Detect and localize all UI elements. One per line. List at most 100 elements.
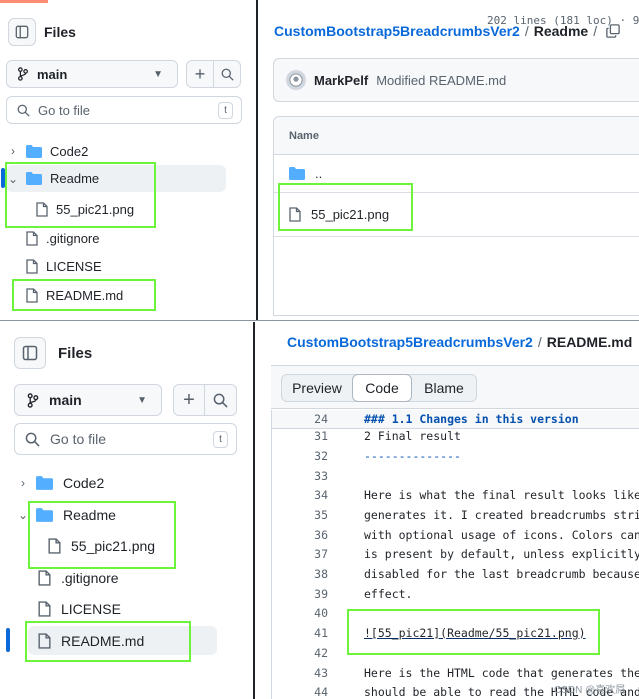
line-content: 2 Final result xyxy=(364,428,461,443)
file-icon xyxy=(26,258,38,274)
branch-icon xyxy=(27,392,39,408)
tree-item-license[interactable]: LICENSE xyxy=(26,255,102,277)
line-number[interactable]: 33 xyxy=(272,469,328,483)
tree-item-gitignore[interactable]: .gitignore xyxy=(38,567,119,589)
code-line[interactable]: 31 2 Final result xyxy=(272,426,639,445)
line-number[interactable]: 31 xyxy=(272,429,328,443)
line-number[interactable]: 42 xyxy=(272,646,328,660)
tree-item-readme-md[interactable]: README.md xyxy=(28,626,217,655)
selection-indicator xyxy=(1,168,5,188)
line-number[interactable]: 44 xyxy=(272,685,328,699)
table-row-file[interactable]: 55_pic21.png xyxy=(274,193,639,237)
code-line[interactable]: 43 Here is the HTML code that generates … xyxy=(272,663,639,682)
sidebar-collapse-icon xyxy=(15,25,29,39)
line-number[interactable]: 34 xyxy=(272,488,328,502)
code-line[interactable]: 35 generates it. I created breadcrumbs s… xyxy=(272,505,639,524)
chevron-down-icon: ⌄ xyxy=(17,508,29,522)
user-avatar-icon xyxy=(289,73,303,87)
branch-select[interactable]: main ▼ xyxy=(6,60,178,88)
breadcrumb: CustomBootstrap5BreadcrumbsVer2 / README… xyxy=(287,334,632,350)
tree-item-55-pic21[interactable]: 55_pic21.png xyxy=(48,535,155,557)
files-title: Files xyxy=(58,344,93,362)
chevron-down-icon: ⌄ xyxy=(7,171,19,186)
line-number[interactable]: 37 xyxy=(272,547,328,561)
breadcrumb-current: README.md xyxy=(546,334,633,350)
search-code-button[interactable] xyxy=(213,60,241,88)
collapse-sidebar-button[interactable] xyxy=(8,18,36,46)
line-number[interactable]: 32 xyxy=(272,449,328,463)
go-to-file-input[interactable]: Go to file t xyxy=(14,423,237,455)
folder-open-icon xyxy=(26,172,42,185)
code-line[interactable]: 39 effect. xyxy=(272,584,639,603)
search-code-button[interactable] xyxy=(204,384,237,416)
selection-indicator xyxy=(6,628,10,652)
collapse-sidebar-button[interactable] xyxy=(14,337,46,369)
code-line[interactable]: 42 xyxy=(272,643,639,662)
line-number[interactable]: 24 xyxy=(272,412,328,426)
branch-select[interactable]: main ▼ xyxy=(14,384,162,416)
tree-item-label: 55_pic21.png xyxy=(71,538,156,554)
commit-message[interactable]: Modified README.md xyxy=(376,73,506,88)
code-line[interactable]: 34 Here is what the final result looks l… xyxy=(272,485,639,504)
files-header: Files xyxy=(14,337,92,369)
code-view: 24 ### 1.1 Changes in this version 31 2 … xyxy=(271,410,639,699)
go-to-file-input[interactable]: Go to file t xyxy=(6,96,242,124)
tab-blame[interactable]: Blame xyxy=(412,375,476,401)
line-number[interactable]: 38 xyxy=(272,567,328,581)
file-icon xyxy=(289,207,301,222)
tree-item-label: Code2 xyxy=(50,143,89,159)
add-file-button[interactable]: + xyxy=(173,384,205,416)
top-accent-line xyxy=(0,0,48,3)
chevron-down-icon: ▼ xyxy=(137,394,147,406)
line-number[interactable]: 35 xyxy=(272,508,328,522)
line-content-link[interactable]: ![55_pic21](Readme/55_pic21.png) xyxy=(364,626,586,640)
add-file-button[interactable]: + xyxy=(186,60,214,88)
folder-icon xyxy=(26,144,42,158)
tree-item-55-pic21[interactable]: 55_pic21.png xyxy=(36,198,134,220)
commit-author[interactable]: MarkPelf xyxy=(314,73,368,88)
breadcrumb-repo-link[interactable]: CustomBootstrap5BreadcrumbsVer2 xyxy=(274,23,520,39)
breadcrumb-separator: / xyxy=(537,334,542,350)
tree-item-readme-md[interactable]: README.md xyxy=(26,284,123,306)
table-cell-name[interactable]: 55_pic21.png xyxy=(311,207,389,222)
file-icon xyxy=(26,230,38,246)
search-icon xyxy=(221,68,234,81)
tree-item-license[interactable]: LICENSE xyxy=(38,598,121,620)
table-row-parent[interactable]: .. xyxy=(274,155,639,193)
tab-preview[interactable]: Preview xyxy=(282,375,352,401)
tab-code[interactable]: Code xyxy=(352,374,412,402)
code-line[interactable]: 33 xyxy=(272,466,639,485)
line-content: disabled for the last breadcrumb because… xyxy=(364,566,639,581)
tree-item-code2[interactable]: › Code2 xyxy=(16,472,104,494)
code-line[interactable]: 41 ![55_pic21](Readme/55_pic21.png) xyxy=(272,623,639,642)
line-number[interactable]: 40 xyxy=(272,606,328,620)
tree-item-code2[interactable]: › Code2 xyxy=(6,140,88,162)
line-number[interactable]: 43 xyxy=(272,666,328,680)
line-content: effect. xyxy=(364,586,413,601)
tree-item-gitignore[interactable]: .gitignore xyxy=(26,227,99,249)
code-line[interactable]: 32 -------------- xyxy=(272,446,639,465)
tree-item-readme[interactable]: ⌄ Readme xyxy=(6,165,226,192)
line-number[interactable]: 41 xyxy=(272,626,328,640)
files-header: Files xyxy=(8,18,76,46)
tree-item-readme[interactable]: ⌄ Readme xyxy=(16,504,116,526)
code-line[interactable]: 40 xyxy=(272,603,639,622)
code-line[interactable]: 37 is present by default, unless explici… xyxy=(272,544,639,563)
divider-vertical xyxy=(253,322,255,699)
file-icon xyxy=(38,570,51,586)
avatar[interactable] xyxy=(286,70,306,90)
line-number[interactable]: 39 xyxy=(272,587,328,601)
line-content: ### 1.1 Changes in this version xyxy=(364,412,579,426)
file-icon xyxy=(36,201,48,217)
sidebar-collapse-icon xyxy=(22,345,38,361)
breadcrumb-repo-link[interactable]: CustomBootstrap5BreadcrumbsVer2 xyxy=(287,334,533,350)
tree-item-label: README.md xyxy=(61,632,145,649)
code-line[interactable]: 38 disabled for the last breadcrumb beca… xyxy=(272,564,639,583)
line-number[interactable]: 36 xyxy=(272,528,328,542)
branch-name: main xyxy=(49,392,82,408)
file-table: Name .. 55_pic21.png xyxy=(273,116,639,316)
table-cell-name: .. xyxy=(315,166,323,181)
code-line[interactable]: 36 with optional usage of icons. Colors … xyxy=(272,525,639,544)
chevron-right-icon: › xyxy=(11,144,15,158)
tree-item-label: Readme xyxy=(63,507,116,523)
